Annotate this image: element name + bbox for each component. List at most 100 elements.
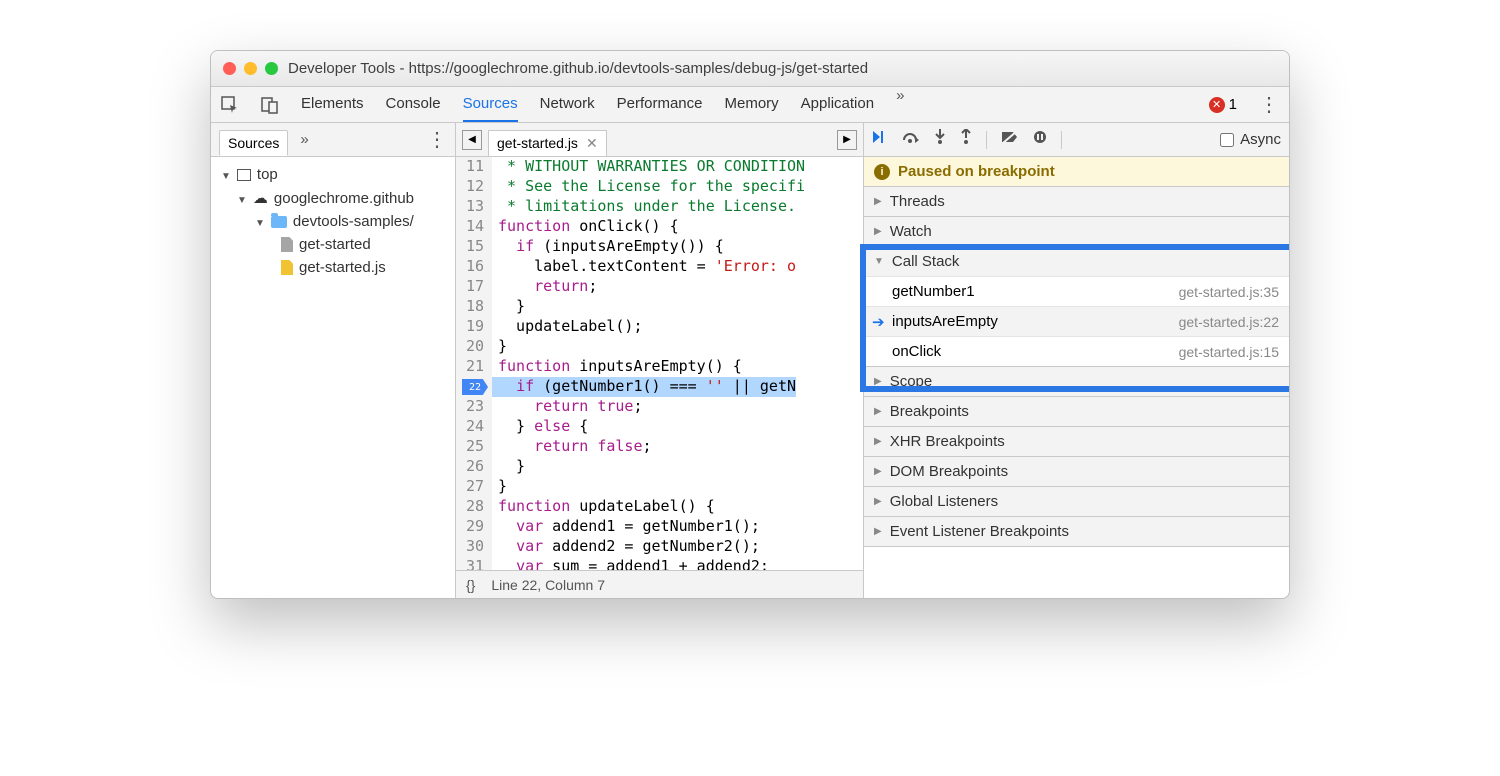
code-text: var addend2 = getNumber2(); — [492, 537, 760, 557]
line-number[interactable]: 18 — [456, 297, 492, 317]
editor-file-tab[interactable]: get-started.js ✕ — [488, 130, 607, 156]
line-number[interactable]: 12 — [456, 177, 492, 197]
tab-console[interactable]: Console — [386, 87, 441, 122]
device-toggle-icon[interactable] — [261, 96, 279, 114]
code-line[interactable]: 13 * limitations under the License. — [456, 197, 863, 217]
deactivate-breakpoints-icon[interactable] — [1001, 130, 1019, 149]
tab-performance[interactable]: Performance — [617, 87, 703, 122]
section-dom-breakpoints[interactable]: DOM Breakpoints — [864, 457, 1289, 486]
tab-sources[interactable]: Sources — [463, 87, 518, 122]
line-number[interactable]: 23 — [456, 397, 492, 417]
section-call-stack[interactable]: Call Stack — [864, 247, 1289, 276]
line-number[interactable]: 19 — [456, 317, 492, 337]
line-number[interactable]: 24 — [456, 417, 492, 437]
tab-memory[interactable]: Memory — [725, 87, 779, 122]
section-global-listeners[interactable]: Global Listeners — [864, 487, 1289, 516]
code-line[interactable]: 20} — [456, 337, 863, 357]
code-line[interactable]: 16 label.textContent = 'Error: o — [456, 257, 863, 277]
pretty-print-icon[interactable]: {} — [466, 577, 475, 593]
settings-menu-icon[interactable]: ⋮ — [1259, 92, 1279, 117]
line-number[interactable]: 21 — [456, 357, 492, 377]
toggle-navigator-icon[interactable]: ◀ — [462, 130, 482, 150]
code-line[interactable]: 29 var addend1 = getNumber1(); — [456, 517, 863, 537]
line-number[interactable]: 31 — [456, 557, 492, 570]
code-line[interactable]: 25 return false; — [456, 437, 863, 457]
toggle-debugger-icon[interactable]: ▶ — [837, 130, 857, 150]
traffic-lights — [223, 62, 278, 75]
code-line[interactable]: 27} — [456, 477, 863, 497]
call-stack-frame[interactable]: ➔inputsAreEmptyget-started.js:22 — [864, 306, 1289, 336]
zoom-window-button[interactable] — [265, 62, 278, 75]
code-line[interactable]: 11 * WITHOUT WARRANTIES OR CONDITION — [456, 157, 863, 177]
code-line[interactable]: 18 } — [456, 297, 863, 317]
code-line[interactable]: 19 updateLabel(); — [456, 317, 863, 337]
code-line[interactable]: 12 * See the License for the specifi — [456, 177, 863, 197]
pause-exceptions-icon[interactable] — [1033, 130, 1047, 149]
line-number[interactable]: 15 — [456, 237, 492, 257]
minimize-window-button[interactable] — [244, 62, 257, 75]
close-tab-icon[interactable]: ✕ — [586, 135, 598, 152]
code-text: } — [492, 337, 507, 357]
code-area[interactable]: 11 * WITHOUT WARRANTIES OR CONDITION12 *… — [456, 157, 863, 570]
step-over-icon[interactable] — [902, 130, 920, 149]
code-line[interactable]: 23 return true; — [456, 397, 863, 417]
section-watch[interactable]: Watch — [864, 217, 1289, 246]
code-line[interactable]: 17 return; — [456, 277, 863, 297]
code-line[interactable]: 30 var addend2 = getNumber2(); — [456, 537, 863, 557]
editor-head: ◀ get-started.js ✕ ▶ — [456, 123, 863, 157]
debugger-toolbar: Async — [864, 123, 1289, 157]
window-title: Developer Tools - https://googlechrome.g… — [288, 60, 1277, 77]
section-breakpoints[interactable]: Breakpoints — [864, 397, 1289, 426]
call-stack-frame[interactable]: onClickget-started.js:15 — [864, 336, 1289, 366]
more-tabs-icon[interactable]: » — [896, 87, 904, 122]
call-stack-list: getNumber1get-started.js:35➔inputsAreEmp… — [864, 276, 1289, 366]
line-number[interactable]: 16 — [456, 257, 492, 277]
tab-elements[interactable]: Elements — [301, 87, 364, 122]
line-number[interactable]: 30 — [456, 537, 492, 557]
inspect-element-icon[interactable] — [221, 96, 239, 114]
tab-network[interactable]: Network — [540, 87, 595, 122]
section-threads[interactable]: Threads — [864, 187, 1289, 216]
line-number[interactable]: 14 — [456, 217, 492, 237]
tab-application[interactable]: Application — [801, 87, 874, 122]
code-line[interactable]: 28function updateLabel() { — [456, 497, 863, 517]
section-event-listener-breakpoints[interactable]: Event Listener Breakpoints — [864, 517, 1289, 546]
navigator-pane: Sources » ⋮ top ☁googlechrome.github dev… — [211, 123, 456, 598]
file-icon — [281, 237, 293, 252]
line-number[interactable]: 28 — [456, 497, 492, 517]
tree-file-html[interactable]: get-started — [215, 233, 451, 256]
resume-icon[interactable] — [872, 130, 888, 149]
section-scope[interactable]: Scope — [864, 367, 1289, 396]
step-into-icon[interactable] — [934, 129, 946, 150]
close-window-button[interactable] — [223, 62, 236, 75]
error-counter[interactable]: ✕ 1 — [1209, 96, 1237, 113]
code-line[interactable]: 14function onClick() { — [456, 217, 863, 237]
tree-folder[interactable]: devtools-samples/ — [215, 210, 451, 233]
call-stack-frame[interactable]: getNumber1get-started.js:35 — [864, 276, 1289, 306]
code-text: if (inputsAreEmpty()) { — [492, 237, 724, 257]
tree-top-frame[interactable]: top — [215, 163, 451, 186]
code-line[interactable]: 21function inputsAreEmpty() { — [456, 357, 863, 377]
code-line[interactable]: 26 } — [456, 457, 863, 477]
line-number[interactable]: 20 — [456, 337, 492, 357]
step-out-icon[interactable] — [960, 129, 972, 150]
line-number[interactable]: 17 — [456, 277, 492, 297]
code-line[interactable]: 31 var sum = addend1 + addend2; — [456, 557, 863, 570]
line-number[interactable]: 25 — [456, 437, 492, 457]
code-line[interactable]: 24 } else { — [456, 417, 863, 437]
navigator-more-icon[interactable]: » — [300, 131, 308, 148]
tree-domain[interactable]: ☁googlechrome.github — [215, 186, 451, 210]
code-line[interactable]: 22 if (getNumber1() === '' || getN — [456, 377, 863, 397]
navigator-menu-icon[interactable]: ⋮ — [427, 127, 447, 152]
line-number[interactable]: 11 — [456, 157, 492, 177]
line-number[interactable]: 13 — [456, 197, 492, 217]
tree-file-js[interactable]: get-started.js — [215, 256, 451, 279]
async-checkbox[interactable]: Async — [1220, 131, 1281, 148]
line-number[interactable]: 29 — [456, 517, 492, 537]
navigator-tab-sources[interactable]: Sources — [219, 130, 288, 156]
section-xhr-breakpoints[interactable]: XHR Breakpoints — [864, 427, 1289, 456]
code-line[interactable]: 15 if (inputsAreEmpty()) { — [456, 237, 863, 257]
code-text: updateLabel(); — [492, 317, 643, 337]
line-number[interactable]: 26 — [456, 457, 492, 477]
line-number[interactable]: 27 — [456, 477, 492, 497]
